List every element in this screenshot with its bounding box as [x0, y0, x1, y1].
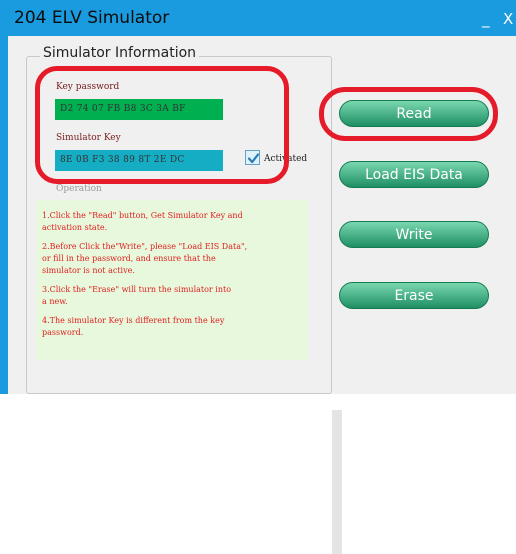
group-title: Simulator Information — [40, 45, 200, 61]
instruction-item: 4.The simulator Key is different from th… — [42, 316, 225, 337]
instructions-box[interactable]: 1.Click the "Read" button, Get Simulator… — [36, 200, 342, 554]
minimize-icon[interactable]: _ — [482, 10, 490, 28]
write-button[interactable]: Write — [339, 221, 489, 248]
close-icon[interactable]: X — [503, 10, 513, 28]
instruction-item: 3.Click the "Erase" will turn the simula… — [42, 285, 232, 306]
instruction-item: 1.Click the "Read" button, Get Simulator… — [42, 211, 243, 232]
instruction-item: 2.Before Click the"Write", please "Load … — [42, 242, 248, 275]
load-eis-data-button[interactable]: Load EIS Data — [339, 161, 489, 188]
erase-button[interactable]: Erase — [339, 282, 489, 309]
instructions-scrollbar[interactable] — [332, 410, 342, 554]
highlight-read-outline — [319, 87, 498, 141]
operation-label: Operation — [56, 184, 102, 194]
window-title: 204 ELV Simulator — [14, 8, 170, 28]
title-bar[interactable]: 204 ELV Simulator _ X — [0, 0, 516, 36]
highlight-keys-outline — [35, 66, 289, 184]
